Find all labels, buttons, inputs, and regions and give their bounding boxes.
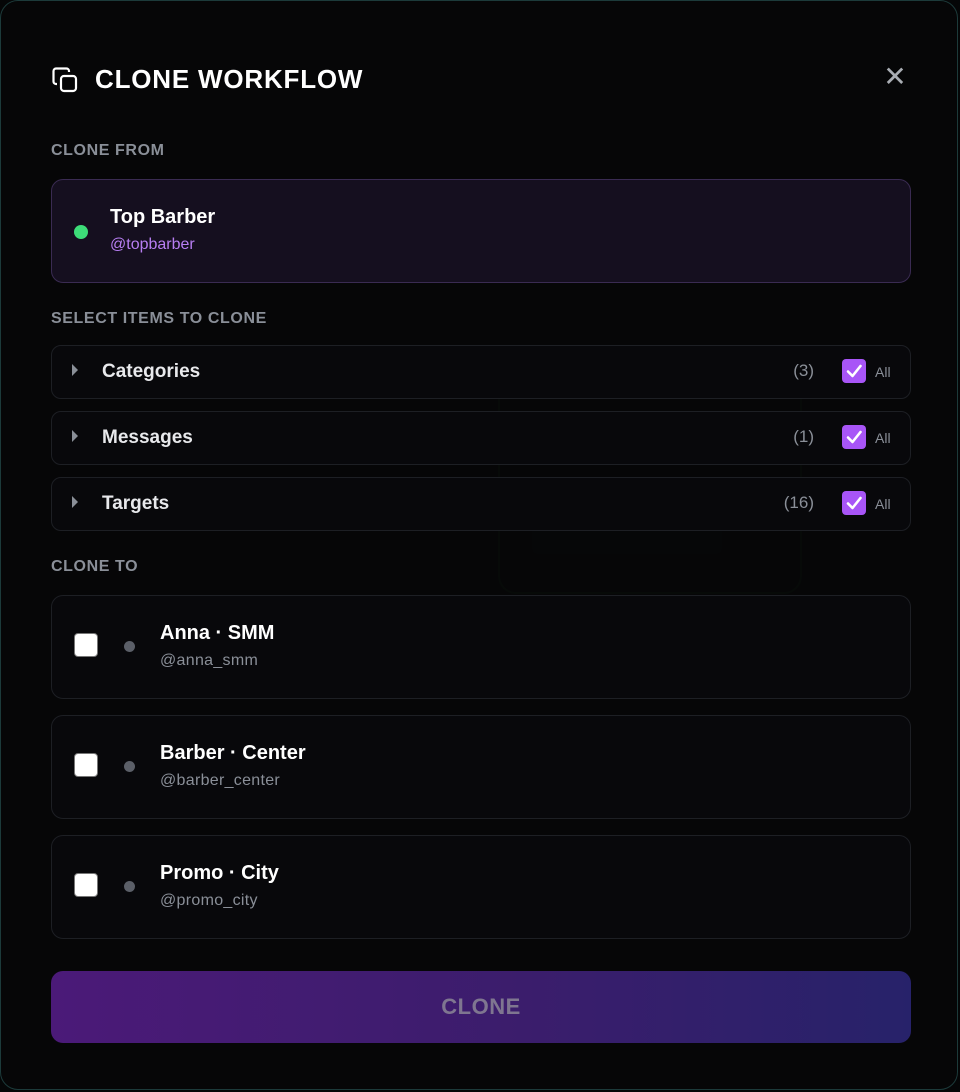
item-label: Targets [102,493,170,514]
clone-from-label: CLONE FROM [51,142,165,159]
chevron-right-icon[interactable] [72,364,78,376]
status-dot [124,761,135,772]
chevron-right-icon[interactable] [72,430,78,442]
item-count: (3) [793,361,814,380]
target-checkbox[interactable] [74,873,98,897]
item-label: Messages [102,427,193,448]
select-all-label: All [875,364,891,380]
target-checkbox[interactable] [74,753,98,777]
status-dot [74,225,88,239]
status-dot [124,641,135,652]
target-account-name: Promo · City [160,862,279,884]
modal-header: CLONE WORKFLOW ✕ [51,61,911,97]
select-all-label: All [875,430,891,446]
item-count: (16) [783,493,814,512]
item-row-messages[interactable]: Messages (1) All [51,411,911,465]
clone-to-label: CLONE TO [51,558,139,575]
item-label: Categories [102,361,201,382]
target-account-handle: @barber_center [160,772,281,789]
copy-icon [51,66,79,94]
clone-from-card: Top Barber @topbarber [51,179,911,283]
select-all-label: All [875,496,891,512]
status-dot [124,881,135,892]
chevron-right-icon[interactable] [72,496,78,508]
target-account-card[interactable]: Anna · SMM @anna_smm [51,595,911,699]
close-icon[interactable]: ✕ [881,63,909,91]
item-count: (1) [793,427,814,446]
target-account-handle: @anna_smm [160,652,259,669]
select-all-checkbox[interactable] [842,491,866,515]
select-items-label: SELECT ITEMS TO CLONE [51,310,267,327]
item-row-categories[interactable]: Categories (3) All [51,345,911,399]
clone-button[interactable]: CLONE [51,971,911,1043]
clone-workflow-modal: CLONE WORKFLOW ✕ CLONE FROM Top Barber @… [0,0,958,1090]
target-account-name: Barber · Center [160,742,306,764]
target-account-name: Anna · SMM [160,622,275,644]
source-account-name: Top Barber [110,206,216,228]
modal-title: CLONE WORKFLOW [95,64,364,94]
source-account-handle: @topbarber [110,236,195,253]
target-checkbox[interactable] [74,633,98,657]
target-account-card[interactable]: Promo · City @promo_city [51,835,911,939]
select-all-checkbox[interactable] [842,425,866,449]
select-all-checkbox[interactable] [842,359,866,383]
item-row-targets[interactable]: Targets (16) All [51,477,911,531]
target-account-card[interactable]: Barber · Center @barber_center [51,715,911,819]
target-account-handle: @promo_city [160,892,258,909]
